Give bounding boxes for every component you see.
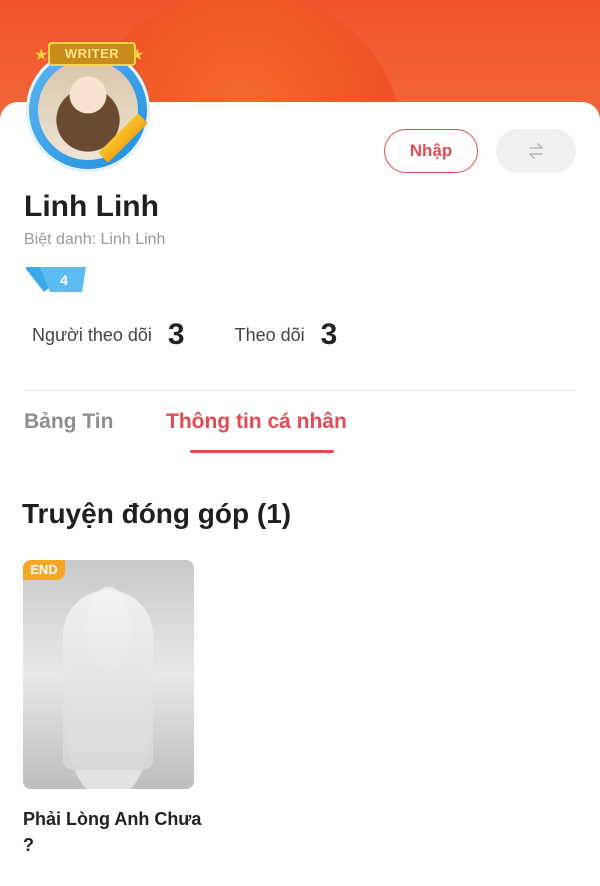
profile-nickname: Biệt danh: Linh Linh — [24, 231, 166, 248]
status-badge: END — [23, 560, 65, 580]
swap-icon — [529, 143, 543, 159]
tab-personal-info[interactable]: Thông tin cá nhân — [166, 410, 347, 434]
tab-news-feed[interactable]: Bảng Tin — [24, 410, 113, 434]
book-title[interactable]: Phải Lòng Anh Chưa ? — [23, 806, 203, 858]
section-title: Truyện đóng góp (1) — [22, 498, 292, 529]
following-count[interactable]: 3 — [321, 318, 338, 352]
level-badge: 4 — [26, 267, 86, 292]
divider — [24, 390, 576, 391]
swap-button[interactable] — [496, 129, 576, 173]
follow-stats: Người theo dõi 3 Theo dõi 3 — [32, 318, 337, 352]
import-button[interactable]: Nhập — [384, 129, 478, 173]
profile-name: Linh Linh — [24, 190, 159, 223]
active-tab-indicator — [190, 450, 334, 453]
avatar[interactable]: ★ ★ WRITER — [16, 42, 160, 172]
followers-count[interactable]: 3 — [168, 318, 185, 352]
cover-illustration — [63, 590, 153, 770]
writer-badge: WRITER — [48, 42, 136, 66]
star-icon: ★ — [34, 47, 49, 64]
level-number: 4 — [60, 272, 68, 288]
following-label[interactable]: Theo dõi — [235, 325, 305, 346]
followers-label[interactable]: Người theo dõi — [32, 325, 152, 346]
book-cover[interactable]: END — [23, 560, 194, 789]
